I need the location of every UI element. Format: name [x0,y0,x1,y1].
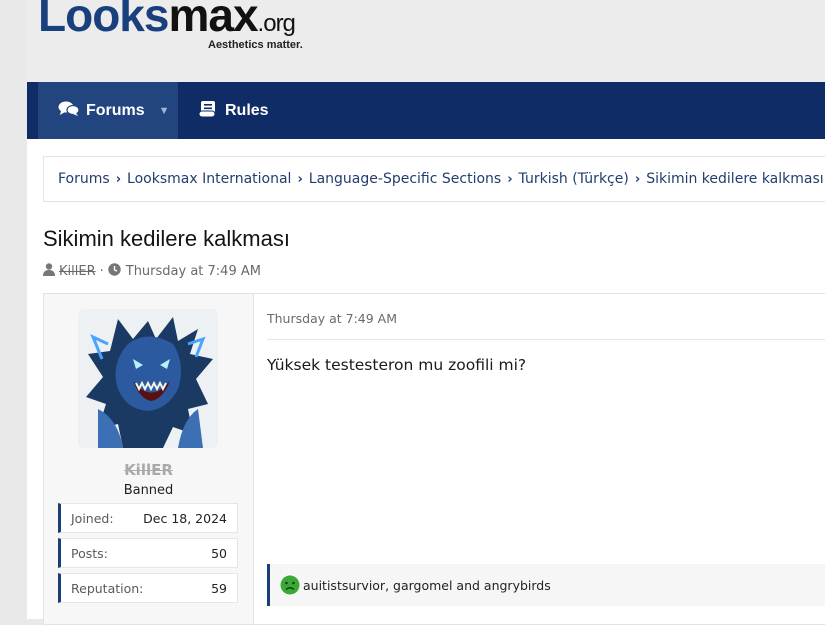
breadcrumb-label: Looksmax International [127,171,292,187]
page-title: Sikimin kedilere kalkması [43,226,290,251]
post-username[interactable]: KillER [44,461,253,479]
site-logo[interactable]: Looksmax.org Aesthetics matter. [38,0,303,58]
breadcrumb-item-thread[interactable]: Sikimin kedilere kalkması› [646,171,825,187]
user-icon [43,263,55,280]
stat-reputation: Reputation: 59 [58,573,238,603]
chat-bubbles-icon [58,101,80,121]
post-divider [267,339,825,340]
post: KillER Banned Joined: Dec 18, 2024 Posts… [43,293,825,625]
breadcrumb-label: Sikimin kedilere kalkması [646,171,824,187]
post-user-panel: KillER Banned Joined: Dec 18, 2024 Posts… [44,294,254,624]
stat-value: 59 [211,580,227,596]
stat-label: Reputation: [71,580,144,596]
nav-tab-rules[interactable]: Rules [197,82,269,139]
reactions-users[interactable]: auitistsurvior, gargomel and angrybirds [303,578,551,593]
main-navbar: Forums ▼ Rules [27,82,825,139]
nav-tab-forums[interactable]: Forums ▼ [38,82,178,139]
thread-meta: KillER · Thursday at 7:49 AM [43,263,261,280]
breadcrumb-item-language-specific[interactable]: Language-Specific Sections › [309,171,513,187]
chevron-down-icon[interactable]: ▼ [159,105,170,117]
chevron-right-icon: › [297,171,303,187]
breadcrumb-item-forums[interactable]: Forums › [58,171,121,187]
user-title: Banned [123,483,174,498]
breadcrumb-label: Turkish (Türkçe) [518,171,629,187]
stat-value: Dec 18, 2024 [143,510,227,526]
thread-author-link[interactable]: KillER [59,264,96,279]
stat-label: Posts: [71,545,108,561]
breadcrumb-label: Language-Specific Sections [308,171,502,187]
thread-date[interactable]: Thursday at 7:49 AM [126,264,261,279]
breadcrumb-label: Forums [58,171,110,187]
avatar[interactable] [78,309,218,448]
reactions-bar[interactable]: auitistsurvior, gargomel and angrybirds [267,564,825,606]
logo-looks-text: Looks [38,0,169,41]
stat-joined: Joined: Dec 18, 2024 [58,503,238,533]
stat-posts: Posts: 50 [58,538,238,568]
stat-label: Joined: [71,510,114,526]
sick-face-icon [280,575,300,595]
chevron-right-icon: › [507,171,513,187]
breadcrumb: Forums › Looksmax International › Language… [43,156,825,202]
nav-rules-label: Rules [225,101,269,119]
post-date[interactable]: Thursday at 7:49 AM [267,311,397,326]
chevron-right-icon: › [115,171,122,187]
nav-forums-label: Forums [86,101,145,119]
chevron-right-icon: › [634,171,641,187]
logo-max-text: max [168,0,258,41]
meta-separator: · [99,264,104,279]
stat-value: 50 [211,545,227,561]
logo-org-text: .org [257,10,296,37]
breadcrumb-item-looksmax-international[interactable]: Looksmax International › [127,171,303,187]
post-body: Yüksek testesteron mu zoofili mi? [267,356,527,374]
site-tagline: Aesthetics matter. [208,39,303,51]
breadcrumb-item-turkish[interactable]: Turkish (Türkçe) › [519,171,641,187]
clock-icon [108,263,121,280]
scroll-icon [197,100,219,122]
